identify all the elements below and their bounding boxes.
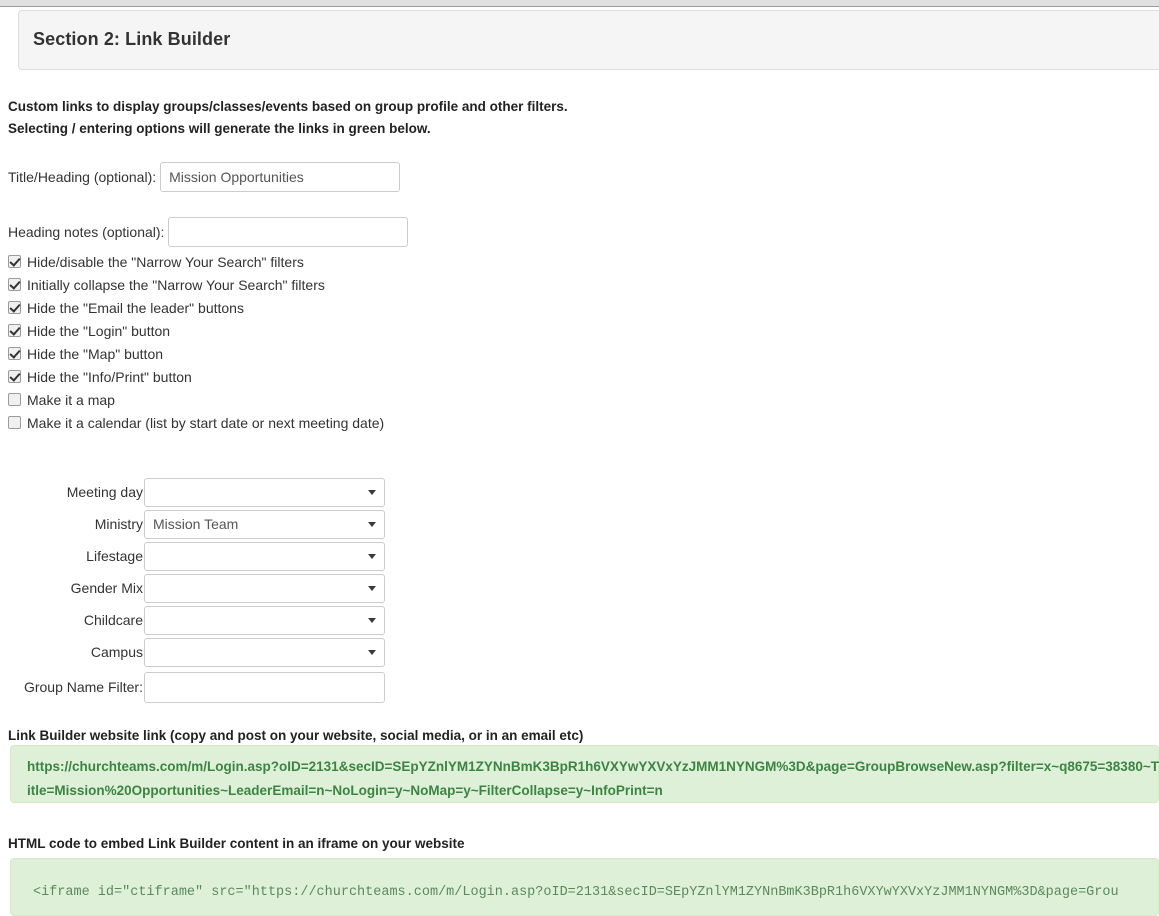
- select-lifestage[interactable]: [144, 541, 385, 571]
- checkbox-row-hide-info-print[interactable]: Hide the "Info/Print" button: [8, 365, 384, 388]
- select-value: Mission Team: [153, 515, 239, 532]
- select-row-meeting-day: Meeting day: [0, 476, 385, 508]
- checkbox-label: Hide the "Info/Print" button: [27, 368, 192, 385]
- checkbox-label: Hide/disable the "Narrow Your Search" fi…: [27, 253, 304, 270]
- checkbox-label: Make it a map: [27, 391, 115, 408]
- iframe-code-box[interactable]: <iframe id="ctiframe" src="https://churc…: [10, 858, 1159, 916]
- chevron-down-icon: [368, 617, 376, 623]
- checkbox-row-hide-narrow-search[interactable]: Hide/disable the "Narrow Your Search" fi…: [8, 250, 384, 273]
- select-label-childcare: Childcare: [83, 612, 143, 628]
- iframe-code-snippet: <iframe id="ctiframe" src="https://churc…: [33, 885, 1119, 900]
- intro-line-1: Custom links to display groups/classes/e…: [8, 99, 568, 114]
- title-heading-label: Title/Heading (optional):: [8, 169, 157, 185]
- chevron-down-icon: [368, 649, 376, 655]
- select-ministry[interactable]: Mission Team: [144, 509, 385, 539]
- group-name-filter-label: Group Name Filter:: [23, 679, 143, 695]
- window-top-edge: [0, 0, 1159, 7]
- iframe-code-caption: HTML code to embed Link Builder content …: [8, 836, 465, 851]
- chevron-down-icon: [368, 489, 376, 495]
- checkbox-label: Make it a calendar (list by start date o…: [27, 414, 385, 431]
- group-name-filter-input[interactable]: [144, 671, 385, 703]
- select-label-ministry: Ministry: [94, 516, 143, 532]
- website-link-box[interactable]: https://churchteams.com/m/Login.asp?oID=…: [10, 745, 1159, 803]
- checkbox-hide-info-print[interactable]: [8, 370, 21, 383]
- title-heading-row: Title/Heading (optional):: [8, 162, 401, 192]
- checkbox-hide-narrow-search[interactable]: [8, 255, 21, 268]
- chevron-down-icon: [368, 521, 376, 527]
- group-name-filter-row: Group Name Filter:: [0, 671, 385, 703]
- select-row-campus: Campus: [0, 636, 385, 668]
- checkbox-label: Hide the "Map" button: [27, 345, 164, 362]
- heading-notes-input[interactable]: [168, 217, 409, 247]
- intro-line-2: Selecting / entering options will genera…: [8, 120, 431, 136]
- select-label-lifestage: Lifestage: [86, 548, 143, 564]
- select-campus[interactable]: [144, 637, 385, 667]
- select-row-gender-mix: Gender Mix: [0, 572, 385, 604]
- checkbox-label: Hide the "Login" button: [27, 322, 171, 339]
- select-meeting-day[interactable]: [144, 477, 385, 507]
- options-checkbox-list: Hide/disable the "Narrow Your Search" fi…: [8, 250, 384, 434]
- checkbox-collapse-narrow-search[interactable]: [8, 278, 21, 291]
- checkbox-label: Initially collapse the "Narrow Your Sear…: [27, 276, 325, 293]
- intro-text: Custom links to display groups/classes/e…: [8, 96, 568, 139]
- checkbox-row-hide-email-leader[interactable]: Hide the "Email the leader" buttons: [8, 296, 384, 319]
- chevron-down-icon: [368, 585, 376, 591]
- select-gender-mix[interactable]: [144, 573, 385, 603]
- checkbox-make-it-a-calendar[interactable]: [8, 416, 21, 429]
- checkbox-row-collapse-narrow-search[interactable]: Initially collapse the "Narrow Your Sear…: [8, 273, 384, 296]
- select-row-lifestage: Lifestage: [0, 540, 385, 572]
- select-childcare[interactable]: [144, 605, 385, 635]
- filter-select-group: Meeting day Ministry Mission Team Lifest…: [0, 476, 385, 703]
- select-row-ministry: Ministry Mission Team: [0, 508, 385, 540]
- chevron-down-icon: [368, 553, 376, 559]
- page-title: Section 2: Link Builder: [33, 29, 231, 49]
- select-label-gender-mix: Gender Mix: [70, 580, 143, 596]
- checkbox-hide-email-leader[interactable]: [8, 301, 21, 314]
- checkbox-row-hide-login[interactable]: Hide the "Login" button: [8, 319, 384, 342]
- website-link-caption: Link Builder website link (copy and post…: [8, 728, 584, 743]
- heading-notes-row: Heading notes (optional):: [8, 217, 409, 247]
- select-row-childcare: Childcare: [0, 604, 385, 636]
- checkbox-row-make-it-a-calendar[interactable]: Make it a calendar (list by start date o…: [8, 411, 384, 434]
- checkbox-row-make-it-a-map[interactable]: Make it a map: [8, 388, 384, 411]
- heading-notes-label: Heading notes (optional):: [8, 224, 165, 240]
- checkbox-hide-login[interactable]: [8, 324, 21, 337]
- checkbox-label: Hide the "Email the leader" buttons: [27, 299, 244, 316]
- select-label-campus: Campus: [90, 644, 143, 660]
- title-heading-input[interactable]: [160, 162, 401, 192]
- checkbox-row-hide-map[interactable]: Hide the "Map" button: [8, 342, 384, 365]
- website-link-url: https://churchteams.com/m/Login.asp?oID=…: [27, 759, 1159, 798]
- checkbox-hide-map[interactable]: [8, 347, 21, 360]
- checkbox-make-it-a-map[interactable]: [8, 393, 21, 406]
- select-label-meeting-day: Meeting day: [66, 484, 143, 500]
- section-panel-header: Section 2: Link Builder: [18, 10, 1159, 70]
